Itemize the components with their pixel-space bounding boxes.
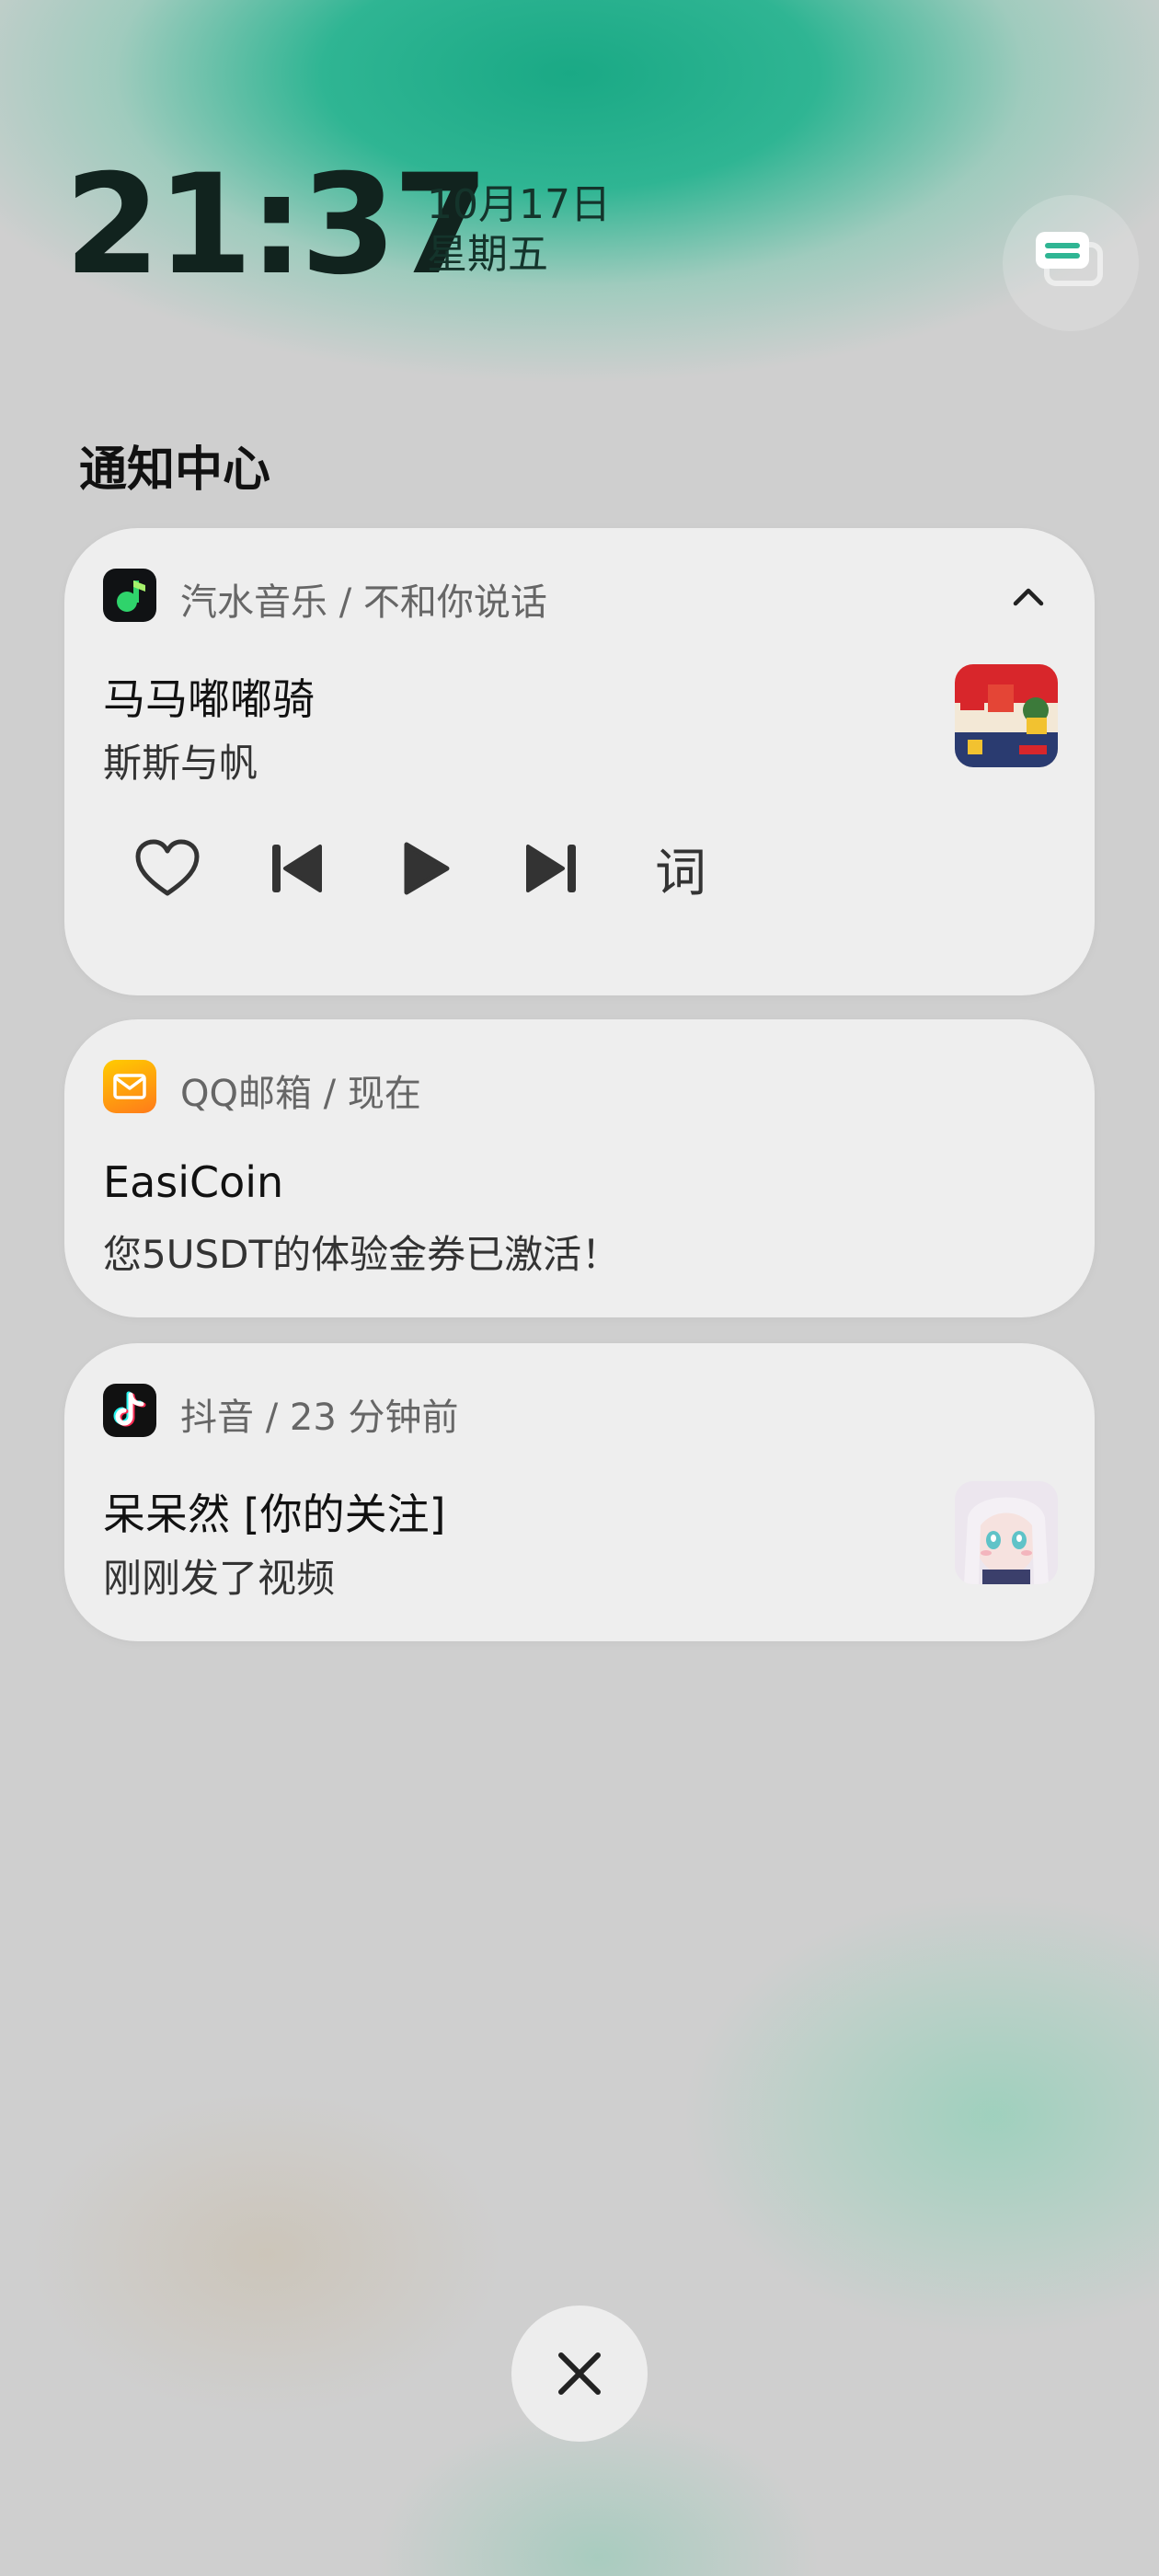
heart-icon (135, 839, 200, 896)
song-artist: 斯斯与帆 (103, 741, 258, 786)
anime-avatar-image (955, 1481, 1058, 1584)
chevron-up-icon (1013, 588, 1044, 606)
close-icon (558, 2352, 601, 2395)
music-notification-card[interactable]: 汽水音乐 / 不和你说话 马马嘟嘟骑 斯斯与帆 词 (64, 528, 1095, 995)
album-art (955, 664, 1058, 767)
music-app-icon (103, 569, 156, 622)
mail-envelope-icon (113, 1074, 146, 1099)
like-button[interactable] (131, 832, 204, 905)
next-button[interactable] (515, 832, 589, 905)
douyin-subtitle: 刚刚发了视频 (103, 1556, 336, 1601)
douyin-notification-card[interactable]: 抖音 / 23 分钟前 呆呆然 [你的关注] 刚刚发了视频 (64, 1343, 1095, 1641)
close-button[interactable] (511, 2306, 648, 2442)
mail-notification-card[interactable]: QQ邮箱 / 现在 EasiCoin 您5USDT的体验金券已激活！ (64, 1019, 1095, 1317)
music-note-icon (117, 581, 145, 612)
mail-app-icon (103, 1060, 156, 1113)
previous-track-icon (272, 845, 322, 892)
play-icon (404, 842, 450, 895)
mail-sender: EasiCoin (103, 1157, 284, 1207)
mail-card-header: QQ邮箱 / 现在 (180, 1073, 421, 1115)
notification-center-title: 通知中心 (79, 443, 271, 498)
next-track-icon (526, 845, 576, 892)
douyin-app-icon (103, 1384, 156, 1437)
mail-preview: 您5USDT的体验金券已激活！ (103, 1232, 621, 1277)
album-art-image (955, 664, 1058, 767)
tiktok-note-icon (113, 1391, 146, 1427)
song-title: 马马嘟嘟骑 (103, 674, 315, 724)
notification-stack-button[interactable] (1003, 195, 1139, 331)
playback-controls: 词 (131, 832, 775, 905)
user-avatar (955, 1481, 1058, 1584)
previous-button[interactable] (259, 832, 333, 905)
lockscreen-date: 10月17日 星期五 (427, 180, 611, 280)
date-label: 10月17日 (427, 181, 611, 228)
collapse-button[interactable] (1008, 580, 1049, 613)
lyrics-button[interactable]: 词 (644, 832, 717, 905)
weekday-label: 星期五 (427, 231, 548, 278)
douyin-card-header: 抖音 / 23 分钟前 (180, 1397, 459, 1439)
douyin-title: 呆呆然 [你的关注] (103, 1489, 446, 1539)
music-card-header: 汽水音乐 / 不和你说话 (180, 581, 547, 624)
lockscreen-clock: 21:37 (64, 145, 488, 305)
play-button[interactable] (388, 832, 462, 905)
notification-stack-icon (1036, 232, 1103, 286)
